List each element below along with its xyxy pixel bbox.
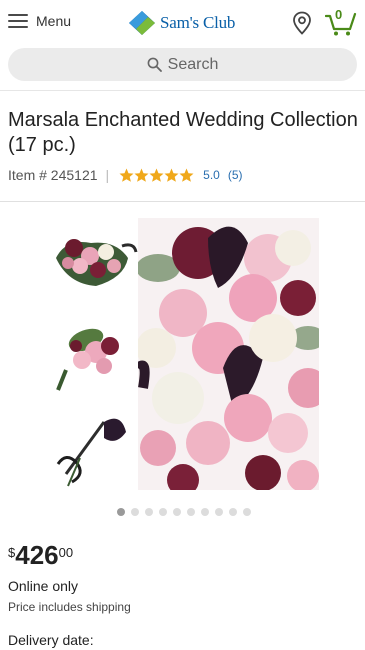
delivery-date-label: Delivery date:: [8, 632, 94, 648]
item-number: Item # 245121: [8, 167, 98, 183]
pagination-dot-6[interactable]: [187, 508, 195, 516]
location-pin-icon: [293, 11, 311, 35]
pagination-dot-7[interactable]: [201, 508, 209, 516]
product-title: Marsala Enchanted Wedding Collection (17…: [8, 109, 358, 156]
thumbnail-2[interactable]: [46, 310, 138, 398]
review-count-link[interactable]: (5): [228, 168, 243, 182]
search-placeholder: Search: [167, 55, 219, 73]
pagination-dot-2[interactable]: [131, 508, 139, 516]
price-currency: $: [8, 545, 16, 560]
price-dollars: 426: [15, 540, 59, 570]
price-cents: 00: [58, 545, 74, 560]
star-rating[interactable]: [119, 168, 195, 183]
pagination-dot-1[interactable]: [117, 508, 125, 516]
pagination-dot-9[interactable]: [229, 508, 237, 516]
divider: [0, 90, 365, 91]
menu-button[interactable]: Menu: [8, 13, 71, 29]
search-icon: [147, 57, 162, 72]
thumbnail-3[interactable]: [46, 402, 138, 490]
diamond-logo-icon: [129, 11, 155, 35]
location-button[interactable]: [292, 11, 312, 40]
menu-label: Menu: [36, 13, 72, 29]
pagination-dot-3[interactable]: [145, 508, 153, 516]
pagination-dot-10[interactable]: [243, 508, 251, 516]
calla-lily-image: [46, 402, 138, 490]
thumbnail-1[interactable]: [46, 218, 138, 306]
rating-value[interactable]: 5.0: [203, 168, 220, 182]
sams-club-logo[interactable]: Sam's Club: [128, 10, 235, 36]
pagination-dot-4[interactable]: [159, 508, 167, 516]
bouquet-image: [138, 218, 319, 490]
image-pagination: [117, 508, 251, 516]
shipping-note: Price includes shipping: [8, 600, 131, 614]
meta-separator: |: [105, 167, 110, 183]
divider: [0, 201, 365, 202]
main-product-image[interactable]: [138, 218, 319, 490]
logo-text: Sam's Club: [160, 13, 236, 32]
cart-count-badge: 0: [335, 7, 343, 22]
cart-button[interactable]: 0: [324, 7, 357, 37]
availability-label: Online only: [8, 578, 79, 594]
top-bar: Menu Sam's Club 0: [0, 0, 365, 46]
hamburger-icon: [8, 13, 28, 29]
bouquet-side-image: [46, 218, 138, 306]
pagination-dot-5[interactable]: [173, 508, 181, 516]
price: $ 426 00: [8, 541, 73, 569]
search-input[interactable]: Search: [8, 48, 357, 81]
stars-icon: [119, 168, 194, 182]
boutonniere-image: [46, 310, 138, 398]
pagination-dot-8[interactable]: [215, 508, 223, 516]
thumbnail-list: [46, 218, 138, 494]
product-meta: Item # 245121 | 5.0 (5): [8, 167, 243, 183]
